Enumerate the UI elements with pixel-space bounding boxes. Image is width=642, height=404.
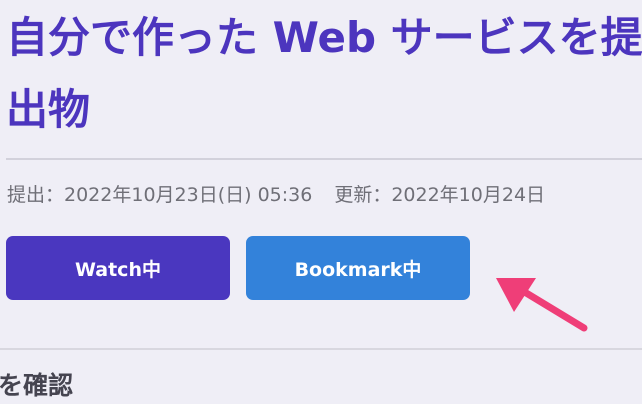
section-divider xyxy=(0,348,642,350)
title-divider xyxy=(6,158,642,160)
pink-arrow-icon xyxy=(496,278,588,332)
page-title: 自分で作った Web サービスを提出物 xyxy=(6,13,642,134)
watch-button[interactable]: Watch中 xyxy=(6,236,230,300)
submission-metadata: 提出：2022年10月23日(日) 05:36 更新：2022年10月24日 xyxy=(7,181,545,209)
arrow-shaft xyxy=(514,284,588,332)
section-heading: を確認 xyxy=(0,371,74,400)
bookmark-button[interactable]: Bookmark中 xyxy=(246,236,470,300)
submitted-date: 提出：2022年10月23日(日) 05:36 xyxy=(7,184,313,206)
updated-date: 更新：2022年10月24日 xyxy=(334,184,546,206)
